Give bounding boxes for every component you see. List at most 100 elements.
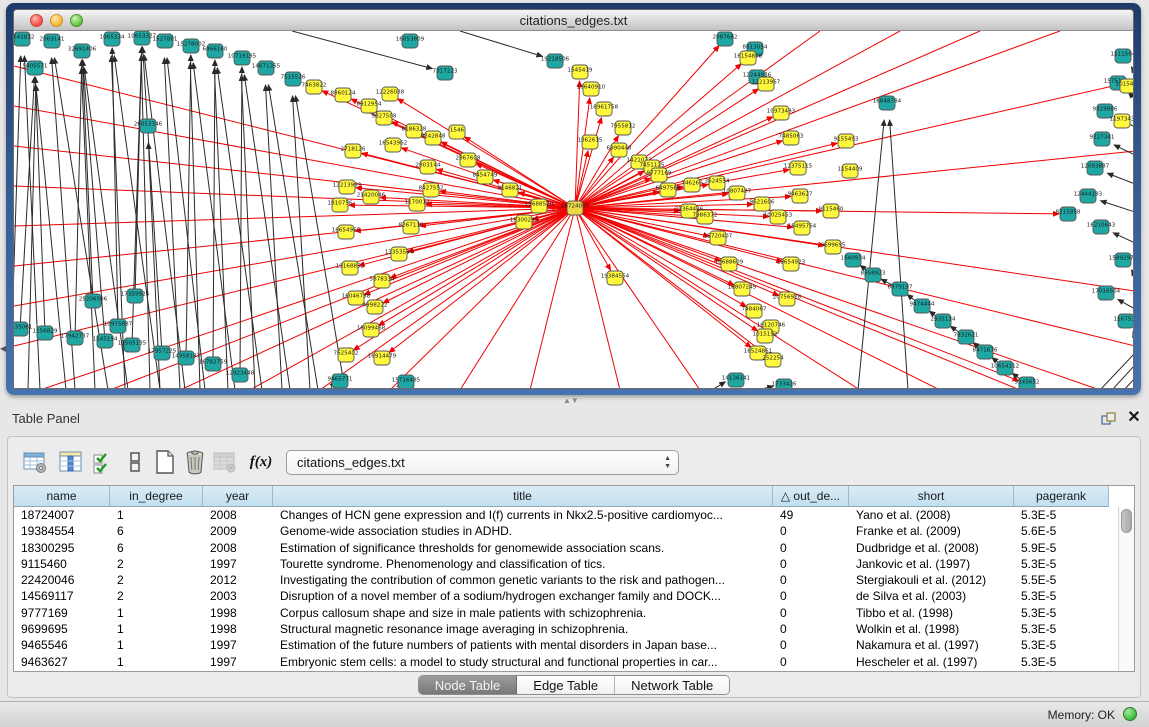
table-cell[interactable]: 9463627 bbox=[14, 654, 110, 670]
reference-edge[interactable] bbox=[460, 31, 542, 56]
reference-edge[interactable] bbox=[35, 77, 45, 333]
table-cell[interactable]: 5.3E-5 bbox=[1014, 637, 1109, 653]
table-cell[interactable]: 1997 bbox=[203, 556, 273, 572]
table-cell[interactable]: 0 bbox=[773, 540, 849, 556]
table-cell[interactable]: 2 bbox=[110, 588, 203, 604]
table-row[interactable]: 2242004622012Investigating the contribut… bbox=[14, 572, 1117, 588]
table-settings-button[interactable] bbox=[20, 447, 50, 477]
table-cell[interactable]: Embryonic stem cells: a model to study s… bbox=[273, 654, 773, 670]
table-cell[interactable]: 2003 bbox=[203, 588, 273, 604]
table-cell[interactable]: 0 bbox=[773, 621, 849, 637]
reference-edge[interactable] bbox=[36, 85, 66, 389]
table-cell[interactable]: 1998 bbox=[203, 621, 273, 637]
table-cell[interactable]: 2012 bbox=[203, 572, 273, 588]
reference-edge[interactable] bbox=[1112, 365, 1134, 389]
reference-edge[interactable] bbox=[1101, 201, 1134, 212]
table-cell[interactable]: 0 bbox=[773, 605, 849, 621]
table-cell[interactable]: 6 bbox=[110, 523, 203, 539]
citation-graph[interactable]: 1872400716418125405571206914132691406106… bbox=[14, 31, 1134, 389]
citation-edge[interactable] bbox=[575, 31, 1060, 208]
table-cell[interactable]: 6 bbox=[110, 540, 203, 556]
reference-edge[interactable] bbox=[1118, 299, 1134, 309]
function-builder-button[interactable]: f(x) bbox=[246, 447, 276, 477]
table-cell[interactable]: 1 bbox=[110, 507, 203, 523]
table-cell[interactable]: 18724007 bbox=[14, 507, 110, 523]
table-cell[interactable]: Nakamura et al. (1997) bbox=[849, 637, 1014, 653]
table-cell[interactable]: 1 bbox=[110, 605, 203, 621]
table-cell[interactable]: 5.5E-5 bbox=[1014, 572, 1109, 588]
reference-edge[interactable] bbox=[858, 120, 884, 389]
table-cell[interactable]: 18300295 bbox=[14, 540, 110, 556]
table-cell[interactable]: 5.9E-5 bbox=[1014, 540, 1109, 556]
table-cell[interactable]: 5.3E-5 bbox=[1014, 588, 1109, 604]
table-cell[interactable]: 49 bbox=[773, 507, 849, 523]
citation-edge[interactable] bbox=[250, 208, 575, 389]
table-cell[interactable]: 9115460 bbox=[14, 556, 110, 572]
reference-edge[interactable] bbox=[241, 75, 255, 389]
table-cell[interactable]: Estimation of significance thresholds fo… bbox=[273, 540, 773, 556]
table-row[interactable]: 969969511998Structural magnetic resonanc… bbox=[14, 621, 1117, 637]
reference-edge[interactable] bbox=[1124, 378, 1134, 389]
table-cell[interactable]: Stergiakouli et al. (2012) bbox=[849, 572, 1014, 588]
table-cell[interactable]: 0 bbox=[773, 637, 849, 653]
column-chooser-button[interactable] bbox=[56, 447, 86, 477]
reference-edge[interactable] bbox=[1131, 67, 1134, 73]
new-table-button[interactable] bbox=[150, 447, 180, 477]
column-header-name[interactable]: name bbox=[14, 486, 110, 507]
table-cell[interactable]: 9699695 bbox=[14, 621, 110, 637]
table-cell[interactable]: Franke et al. (2009) bbox=[849, 523, 1014, 539]
reference-edge[interactable] bbox=[1113, 233, 1134, 243]
table-row[interactable]: 911546021997Tourette syndrome. Phenomeno… bbox=[14, 556, 1117, 572]
table-cell[interactable]: de Silva et al. (2003) bbox=[849, 588, 1014, 604]
reference-edge[interactable] bbox=[268, 85, 318, 389]
reference-edge[interactable] bbox=[1131, 270, 1134, 276]
reference-edge[interactable] bbox=[712, 382, 725, 389]
table-cell[interactable]: Dudbridge et al. (2008) bbox=[849, 540, 1014, 556]
reference-edge[interactable] bbox=[186, 55, 191, 358]
table-row[interactable]: 1872400712008Changes of HCN gene express… bbox=[14, 507, 1117, 523]
reference-edge[interactable] bbox=[295, 96, 345, 389]
table-cell[interactable]: 2 bbox=[110, 572, 203, 588]
table-cell[interactable]: Disruption of a novel member of a sodium… bbox=[273, 588, 773, 604]
table-cell[interactable]: Tibbo et al. (1998) bbox=[849, 605, 1014, 621]
table-cell[interactable]: 5.3E-5 bbox=[1014, 654, 1109, 670]
window-titlebar[interactable]: citations_edges.txt bbox=[14, 10, 1133, 31]
table-cell[interactable]: 5.3E-5 bbox=[1014, 621, 1109, 637]
delete-table-button[interactable] bbox=[180, 447, 210, 477]
table-cell[interactable]: 0 bbox=[773, 572, 849, 588]
close-panel-icon[interactable]: ✕ bbox=[1126, 409, 1142, 427]
table-cell[interactable]: 1997 bbox=[203, 637, 273, 653]
column-header-title[interactable]: title bbox=[273, 486, 773, 507]
table-cell[interactable]: 0 bbox=[773, 654, 849, 670]
column-header-in_degree[interactable]: in_degree bbox=[110, 486, 203, 507]
table-row[interactable]: 1456911722003Disruption of a novel membe… bbox=[14, 588, 1117, 604]
table-cell[interactable]: 1 bbox=[110, 621, 203, 637]
table-cell[interactable]: Changes of HCN gene expression and I(f) … bbox=[273, 507, 773, 523]
table-cell[interactable]: Wolkin et al. (1998) bbox=[849, 621, 1014, 637]
table-row[interactable]: 977716911998Corpus callosum shape and si… bbox=[14, 605, 1117, 621]
reference-edge[interactable] bbox=[1114, 145, 1134, 155]
table-cell[interactable]: 5.3E-5 bbox=[1014, 507, 1109, 523]
table-row[interactable]: 1938455462009Genome-wide association stu… bbox=[14, 523, 1117, 539]
table-cell[interactable]: Corpus callosum shape and size in male p… bbox=[273, 605, 773, 621]
table-cell[interactable]: 5.3E-5 bbox=[1014, 556, 1109, 572]
table-cell[interactable]: 0 bbox=[773, 556, 849, 572]
table-cell[interactable]: 1997 bbox=[203, 654, 273, 670]
citation-edge[interactable] bbox=[575, 208, 746, 307]
column-header-pagerank[interactable]: pagerank bbox=[1014, 486, 1109, 507]
table-row[interactable]: 946554611997Estimation of the future num… bbox=[14, 637, 1117, 653]
table-cell[interactable]: Structural magnetic resonance image aver… bbox=[273, 621, 773, 637]
reference-edge[interactable] bbox=[213, 60, 215, 364]
citation-edge[interactable] bbox=[14, 208, 575, 346]
table-cell[interactable]: Jankovic et al. (1997) bbox=[849, 556, 1014, 572]
citation-edge[interactable] bbox=[40, 208, 575, 389]
table-cell[interactable]: 0 bbox=[773, 588, 849, 604]
scrollbar-thumb[interactable] bbox=[1121, 509, 1132, 533]
table-cell[interactable]: 0 bbox=[773, 523, 849, 539]
float-panel-icon[interactable] bbox=[1101, 412, 1117, 426]
table-cell[interactable]: 22420046 bbox=[14, 572, 110, 588]
citation-edge[interactable] bbox=[575, 118, 601, 208]
table-cell[interactable]: 2008 bbox=[203, 540, 273, 556]
column-header-short[interactable]: short bbox=[849, 486, 1014, 507]
table-cell[interactable]: 2009 bbox=[203, 523, 273, 539]
